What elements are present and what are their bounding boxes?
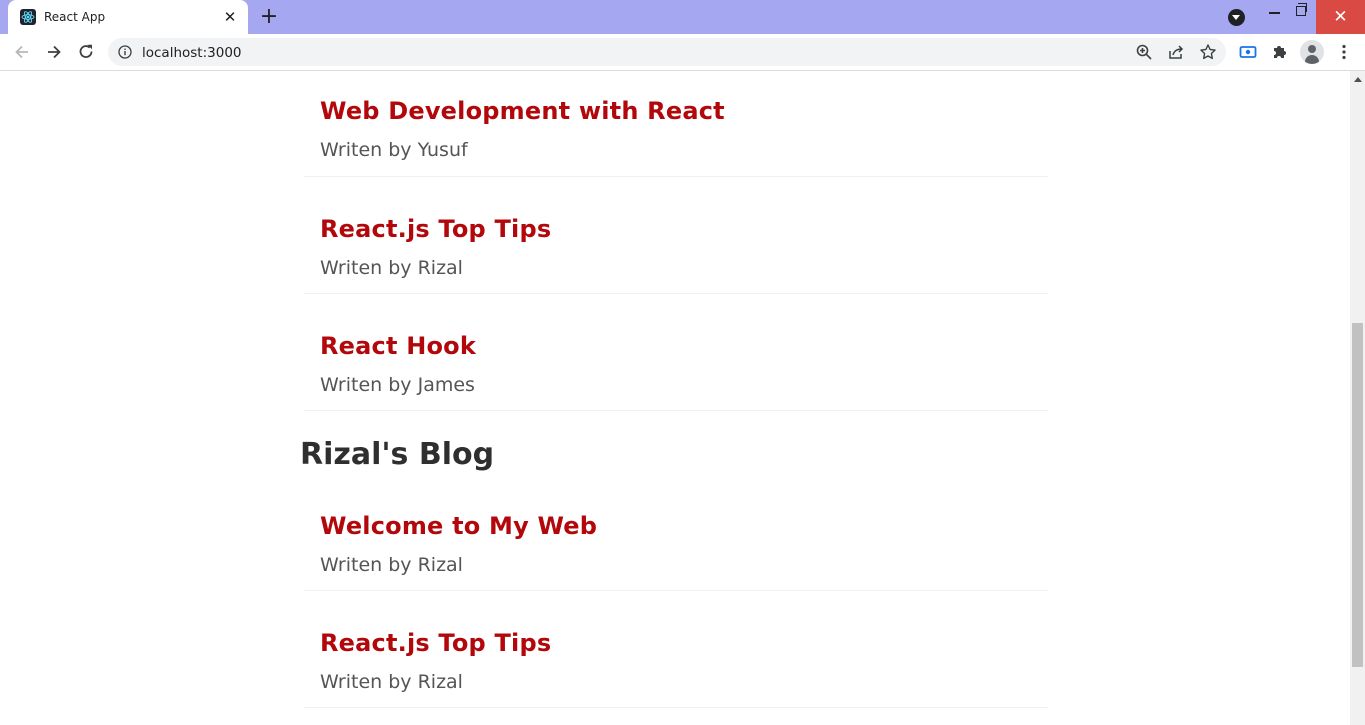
tab-search-icon[interactable] bbox=[1228, 9, 1245, 26]
react-logo-icon bbox=[20, 9, 36, 25]
browser-tab[interactable]: React App ✕ bbox=[8, 0, 248, 34]
blog-author: Writen by Rizal bbox=[320, 554, 463, 576]
page-viewport: Web Development with React Writen by Yus… bbox=[0, 71, 1350, 725]
new-tab-button[interactable]: + bbox=[257, 5, 281, 29]
blog-title[interactable]: Web Development with React bbox=[320, 97, 725, 125]
close-icon: ✕ bbox=[1333, 7, 1348, 27]
scroll-up-arrow-icon[interactable] bbox=[1354, 77, 1362, 82]
browser-toolbar: localhost:3000 bbox=[0, 34, 1365, 71]
blog-preview[interactable]: Web Development with React Writen by Yus… bbox=[304, 71, 1048, 177]
blog-author: Writen by James bbox=[320, 374, 475, 396]
blog-title[interactable]: React Hook bbox=[320, 332, 476, 360]
blog-list-heading: Rizal's Blog bbox=[300, 437, 495, 472]
avatar-head bbox=[1308, 45, 1316, 53]
profile-avatar-icon[interactable] bbox=[1300, 40, 1324, 64]
blog-preview[interactable]: React Hook Writen by James bbox=[304, 305, 1048, 411]
blog-author: Writen by Rizal bbox=[320, 671, 463, 693]
share-icon[interactable] bbox=[1167, 43, 1185, 61]
url-text[interactable]: localhost:3000 bbox=[142, 45, 242, 61]
blog-title[interactable]: Welcome to My Web bbox=[320, 512, 597, 540]
avatar-body bbox=[1305, 55, 1319, 64]
window-close-button[interactable]: ✕ bbox=[1316, 0, 1365, 34]
vertical-scrollbar[interactable] bbox=[1350, 71, 1365, 725]
zoom-icon[interactable] bbox=[1135, 43, 1153, 61]
screen-capture-icon[interactable] bbox=[1238, 42, 1258, 62]
blog-preview[interactable]: Welcome to My Web Writen by Rizal bbox=[304, 485, 1048, 591]
blog-title[interactable]: React.js Top Tips bbox=[320, 629, 551, 657]
reload-icon[interactable] bbox=[76, 42, 96, 62]
address-bar[interactable]: localhost:3000 bbox=[108, 38, 1226, 66]
kebab-menu-icon[interactable] bbox=[1334, 42, 1354, 62]
forward-arrow-icon[interactable] bbox=[44, 42, 64, 62]
browser-title-bar: React App ✕ + ✕ bbox=[0, 0, 1365, 34]
tab-title: React App bbox=[44, 10, 106, 24]
star-icon[interactable] bbox=[1199, 43, 1217, 61]
restore-icon-front bbox=[1296, 6, 1306, 16]
blog-preview[interactable]: React.js Top Tips Writen by Rizal bbox=[304, 188, 1048, 294]
puzzle-icon[interactable] bbox=[1270, 42, 1290, 62]
blog-preview[interactable]: React.js Top Tips Writen by Rizal bbox=[304, 602, 1048, 708]
scrollbar-thumb[interactable] bbox=[1352, 323, 1363, 667]
back-arrow-icon[interactable] bbox=[12, 42, 32, 62]
info-icon[interactable] bbox=[118, 45, 132, 59]
blog-author: Writen by Rizal bbox=[320, 257, 463, 279]
tab-close-icon[interactable]: ✕ bbox=[222, 9, 238, 25]
blog-title[interactable]: React.js Top Tips bbox=[320, 215, 551, 243]
blog-author: Writen by Yusuf bbox=[320, 139, 468, 161]
